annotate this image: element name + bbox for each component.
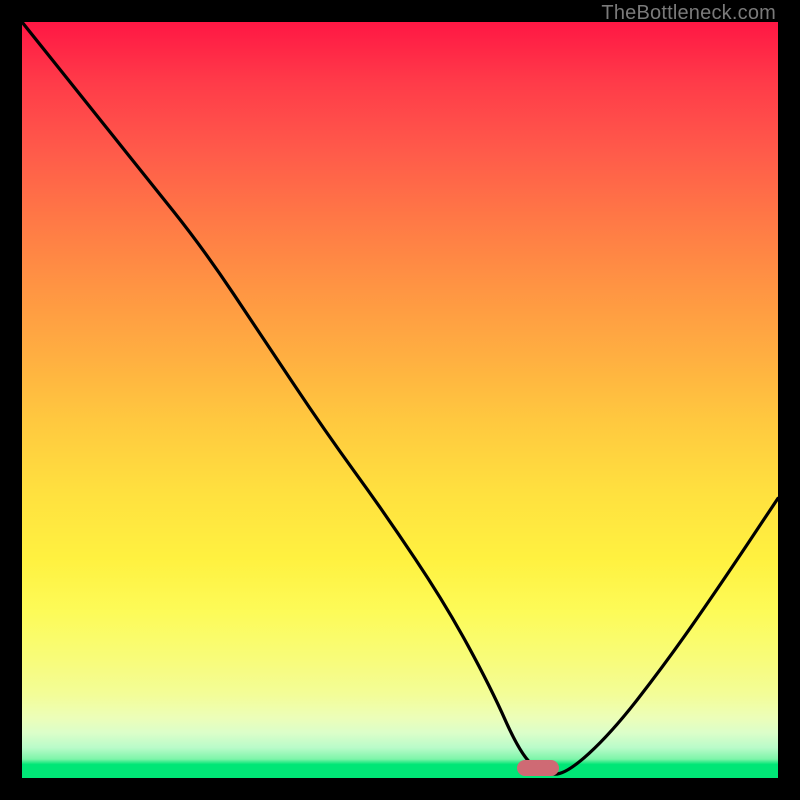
bottleneck-curve [22,22,778,778]
curve-path [22,22,778,774]
chart-frame: TheBottleneck.com [0,0,800,800]
plot-area [22,22,778,778]
optimal-marker [517,760,559,776]
